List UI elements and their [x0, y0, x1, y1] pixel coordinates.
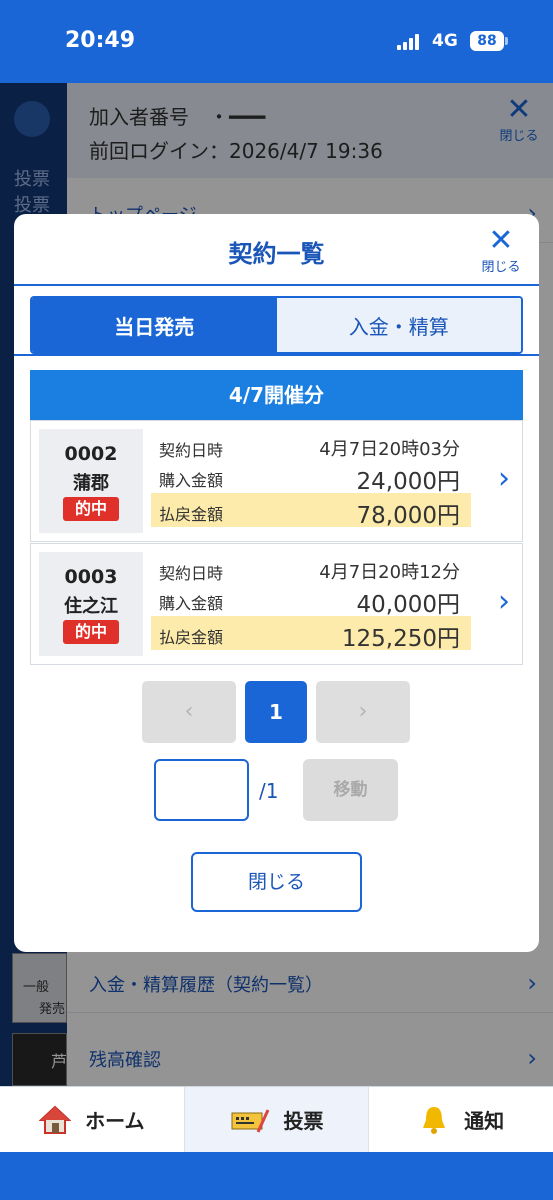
home-icon [38, 1104, 72, 1136]
contract-time-label: 契約日時 [159, 441, 224, 460]
venue-box: 0003 住之江 的中 [39, 552, 143, 656]
close-icon: ✕ [488, 223, 514, 258]
signal-icon [397, 34, 423, 50]
battery-icon: 88 [470, 31, 504, 51]
nav-notifications[interactable]: 通知 [369, 1087, 553, 1152]
nav-vote[interactable]: 投票 [184, 1087, 370, 1152]
network-type: 4G [432, 31, 458, 51]
purchase-amount-label: 購入金額 [159, 594, 224, 613]
status-bar: 20:49 4G 88 [0, 0, 553, 83]
contract-time-value: 4月7日20時12分 [319, 562, 460, 583]
hit-badge: 的中 [63, 497, 119, 521]
prev-page-button[interactable]: ‹ [142, 681, 236, 743]
bottom-nav: ホーム 投票 通知 [0, 1086, 553, 1152]
contract-item[interactable]: 0003 住之江 的中 契約日時 4月7日20時12分 購入金額 40,000円… [30, 543, 523, 665]
refund-amount-label: 払戻金額 [159, 628, 224, 647]
current-page-button[interactable]: 1 [245, 681, 307, 743]
venue-box: 0002 蒲郡 的中 [39, 429, 143, 533]
contract-time-value: 4月7日20時03分 [319, 439, 460, 460]
venue-name: 蒲郡 [73, 473, 109, 494]
chevron-right-icon: › [498, 584, 510, 619]
modal-close-button[interactable]: ✕ 閉じる [477, 223, 525, 276]
tabs-underline [14, 354, 539, 356]
purchase-amount-value: 40,000円 [356, 592, 460, 618]
close-button[interactable]: 閉じる [191, 852, 362, 912]
purchase-amount-label: 購入金額 [159, 471, 224, 490]
venue-name: 住之江 [64, 596, 118, 617]
tab-deposit-settlement[interactable]: 入金・精算 [276, 298, 521, 352]
tab-bar: 当日発売 入金・精算 [30, 296, 523, 354]
page-number-input[interactable] [154, 759, 249, 821]
move-button[interactable]: 移動 [303, 759, 398, 821]
chevron-right-icon: › [498, 461, 510, 496]
date-banner: 4/7開催分 [30, 370, 523, 420]
contract-list-modal: 契約一覧 ✕ 閉じる 当日発売 入金・精算 4/7開催分 0002 蒲郡 的中 … [14, 214, 539, 952]
contract-number: 0002 [64, 443, 118, 465]
status-time: 20:49 [65, 28, 136, 53]
next-page-button[interactable]: › [316, 681, 410, 743]
ticket-icon [230, 1104, 270, 1136]
modal-header: 契約一覧 ✕ 閉じる [14, 214, 539, 286]
contract-number: 0003 [64, 566, 118, 588]
home-indicator-bar [0, 1152, 553, 1200]
purchase-amount-value: 24,000円 [356, 469, 460, 495]
tab-today-sales[interactable]: 当日発売 [32, 298, 277, 352]
contract-time-label: 契約日時 [159, 564, 224, 583]
hit-badge: 的中 [63, 620, 119, 644]
refund-amount-value: 125,250円 [341, 626, 460, 652]
bell-icon [418, 1104, 450, 1136]
refund-amount-label: 払戻金額 [159, 505, 224, 524]
nav-home[interactable]: ホーム [0, 1087, 185, 1152]
refund-amount-value: 78,000円 [356, 503, 460, 529]
battery-cap [505, 37, 508, 45]
contract-item[interactable]: 0002 蒲郡 的中 契約日時 4月7日20時03分 購入金額 24,000円 … [30, 420, 523, 542]
modal-title: 契約一覧 [228, 240, 325, 268]
page-total: /1 [259, 779, 279, 803]
